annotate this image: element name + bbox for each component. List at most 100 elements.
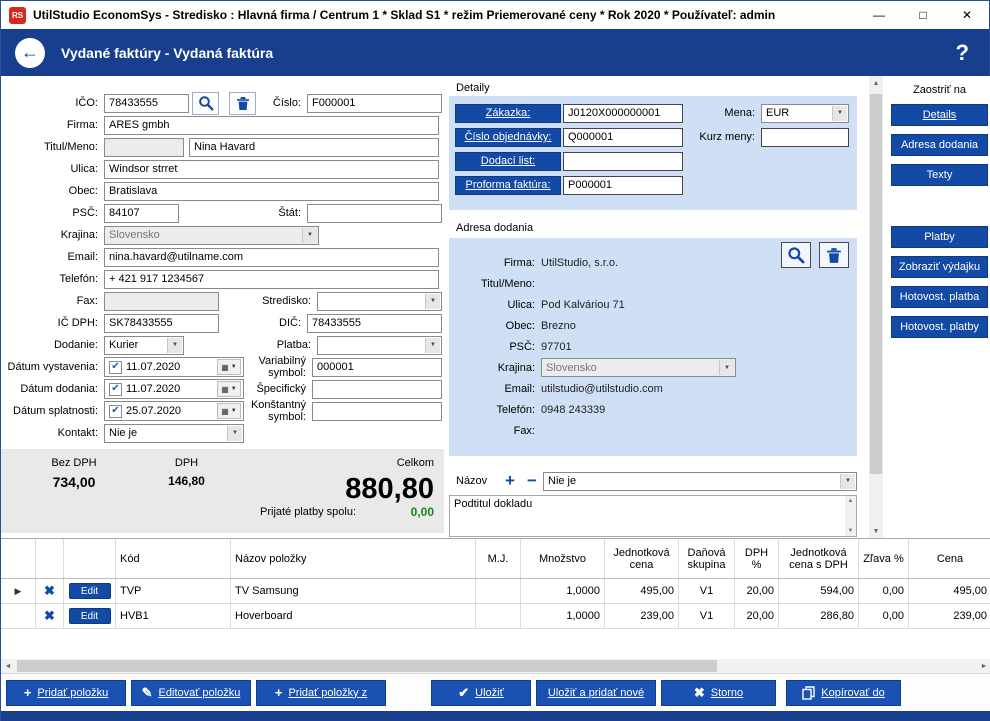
check-icon: ✔: [458, 685, 469, 701]
sidebar-button-platby[interactable]: Platby: [891, 226, 988, 248]
kontakt-select[interactable]: Nie je ▼: [104, 424, 244, 443]
sidebar-button-hotovost-platba[interactable]: Hotovost. platba: [891, 286, 988, 308]
meno-input[interactable]: [189, 138, 439, 157]
telefon-input[interactable]: [104, 270, 439, 289]
partner-search-button[interactable]: [192, 92, 219, 115]
psc-input[interactable]: [104, 204, 179, 223]
ico-input[interactable]: [104, 94, 189, 113]
titul-input[interactable]: [104, 138, 184, 157]
save-button[interactable]: ✔ Uložiť: [431, 680, 531, 706]
objednavka-input[interactable]: [563, 128, 683, 147]
cell-nazov: Hoverboard: [231, 604, 476, 628]
ad-krajina-select[interactable]: Slovensko ▼: [541, 358, 736, 377]
grid-horizontal-scrollbar[interactable]: ◄ ►: [1, 659, 990, 673]
adresa-search-button[interactable]: [781, 242, 811, 268]
proforma-link-button[interactable]: Proforma faktúra:: [455, 176, 561, 195]
scroll-up-icon[interactable]: ▲: [869, 76, 883, 90]
trash-icon: [826, 247, 842, 264]
ico-label: IČO:: [4, 97, 104, 109]
zakazka-input[interactable]: [563, 104, 683, 123]
proforma-input[interactable]: [563, 176, 683, 195]
datum-splatnosti-input[interactable]: ✔ 25.07.2020 ▦▼: [104, 401, 244, 421]
cell-cena: 495,00: [909, 579, 990, 603]
ad-firma-label: Firma:: [449, 257, 541, 269]
add-item-button[interactable]: + Pridať položku: [6, 680, 126, 706]
partner-delete-button[interactable]: [229, 92, 256, 115]
scrollbar-thumb[interactable]: [17, 660, 717, 672]
edit-item-button[interactable]: ✎ Editovať položku: [131, 680, 251, 706]
help-icon[interactable]: ?: [950, 40, 975, 66]
variabilny-input[interactable]: [312, 358, 442, 377]
zakazka-link-button[interactable]: Zákazka:: [455, 104, 561, 123]
dodaci-list-input[interactable]: [563, 152, 683, 171]
back-button[interactable]: ←: [15, 38, 45, 68]
nazov-select[interactable]: Nie je ▼: [543, 472, 857, 491]
date-picker-button[interactable]: ▦▼: [217, 359, 241, 375]
scrollbar-thumb[interactable]: [870, 94, 882, 474]
scroll-left-icon[interactable]: ◄: [1, 659, 15, 673]
ad-telefon-value: 0948 243339: [541, 404, 605, 416]
table-row[interactable]: ✖ Edit HVB1 Hoverboard 1,0000 239,00 V1 …: [1, 604, 990, 629]
stredisko-select[interactable]: ▼: [317, 292, 442, 311]
kurz-meny-input[interactable]: [761, 128, 849, 147]
checkbox-checked[interactable]: ✔: [109, 383, 122, 396]
cell-zlava: 0,00: [859, 579, 909, 603]
checkbox-checked[interactable]: ✔: [109, 405, 122, 418]
add-items-from-button[interactable]: + Pridať položky z: [256, 680, 386, 706]
platba-select[interactable]: ▼: [317, 336, 442, 355]
date-picker-button[interactable]: ▦▼: [217, 403, 241, 419]
fax-input[interactable]: [104, 292, 219, 311]
cancel-button[interactable]: ✖ Storno: [661, 680, 776, 706]
checkbox-checked[interactable]: ✔: [109, 361, 122, 374]
sidebar-button-hotovost-platby[interactable]: Hotovost. platby: [891, 316, 988, 338]
scroll-right-icon[interactable]: ►: [977, 659, 990, 673]
remove-text-button[interactable]: −: [521, 471, 543, 491]
obec-input[interactable]: [104, 182, 439, 201]
adresa-delete-button[interactable]: [819, 242, 849, 268]
textarea-scrollbar[interactable]: ▲ ▼: [845, 496, 856, 536]
ad-email-value: utilstudio@utilstudio.com: [541, 383, 663, 395]
stat-input[interactable]: [307, 204, 442, 223]
main-vertical-scrollbar[interactable]: ▲ ▼: [869, 76, 883, 538]
edit-row-button[interactable]: Edit: [69, 583, 111, 599]
mena-select[interactable]: EUR ▼: [761, 104, 849, 123]
close-button[interactable]: ✕: [945, 1, 989, 29]
cislo-input[interactable]: [307, 94, 442, 113]
add-text-button[interactable]: +: [499, 471, 521, 491]
edit-row-button[interactable]: Edit: [69, 608, 111, 624]
ulica-input[interactable]: [104, 160, 439, 179]
pencil-icon: ✎: [142, 685, 153, 701]
delete-row-icon[interactable]: ✖: [44, 608, 55, 624]
sidebar-button-texty[interactable]: Texty: [891, 164, 988, 186]
minimize-button[interactable]: —: [857, 1, 901, 29]
datum-vystavenia-input[interactable]: ✔ 11.07.2020 ▦▼: [104, 357, 244, 377]
dodaci-list-link-button[interactable]: Dodací list:: [455, 152, 561, 171]
firma-input[interactable]: [104, 116, 439, 135]
scroll-down-icon[interactable]: ▼: [869, 524, 883, 538]
sidebar-button-details[interactable]: Details: [891, 104, 988, 126]
stredisko-label: Stredisko:: [219, 295, 317, 307]
table-row[interactable]: ▶ ✖ Edit TVP TV Samsung 1,0000 495,00 V1…: [1, 579, 990, 604]
icdph-label: IČ DPH:: [4, 317, 104, 329]
objednavka-link-button[interactable]: Číslo objednávky:: [455, 128, 561, 147]
chevron-down-icon: ▼: [167, 338, 182, 353]
save-and-new-button[interactable]: Uložiť a pridať nové: [536, 680, 656, 706]
plus-icon: +: [275, 685, 283, 700]
konstantny-input[interactable]: [312, 402, 442, 421]
email-input[interactable]: [104, 248, 439, 267]
podtitul-textarea[interactable]: Podtitul dokladu ▲ ▼: [449, 495, 857, 537]
specificky-input[interactable]: [312, 380, 442, 399]
date-picker-button[interactable]: ▦▼: [217, 381, 241, 397]
delete-row-icon[interactable]: ✖: [44, 583, 55, 599]
dodanie-select[interactable]: Kurier ▼: [104, 336, 184, 355]
dic-input[interactable]: [307, 314, 442, 333]
sidebar-button-adresa-dodania[interactable]: Adresa dodania: [891, 134, 988, 156]
cislo-label: Číslo:: [256, 97, 307, 109]
sidebar-button-zobrazit-vydajku[interactable]: Zobraziť výdajku: [891, 256, 988, 278]
maximize-button[interactable]: □: [901, 1, 945, 29]
krajina-select[interactable]: Slovensko ▼: [104, 226, 319, 245]
datum-dodania-input[interactable]: ✔ 11.07.2020 ▦▼: [104, 379, 244, 399]
icdph-input[interactable]: [104, 314, 219, 333]
copy-to-button[interactable]: Kopírovať do: [786, 680, 901, 706]
chevron-down-icon: ▼: [425, 294, 440, 309]
